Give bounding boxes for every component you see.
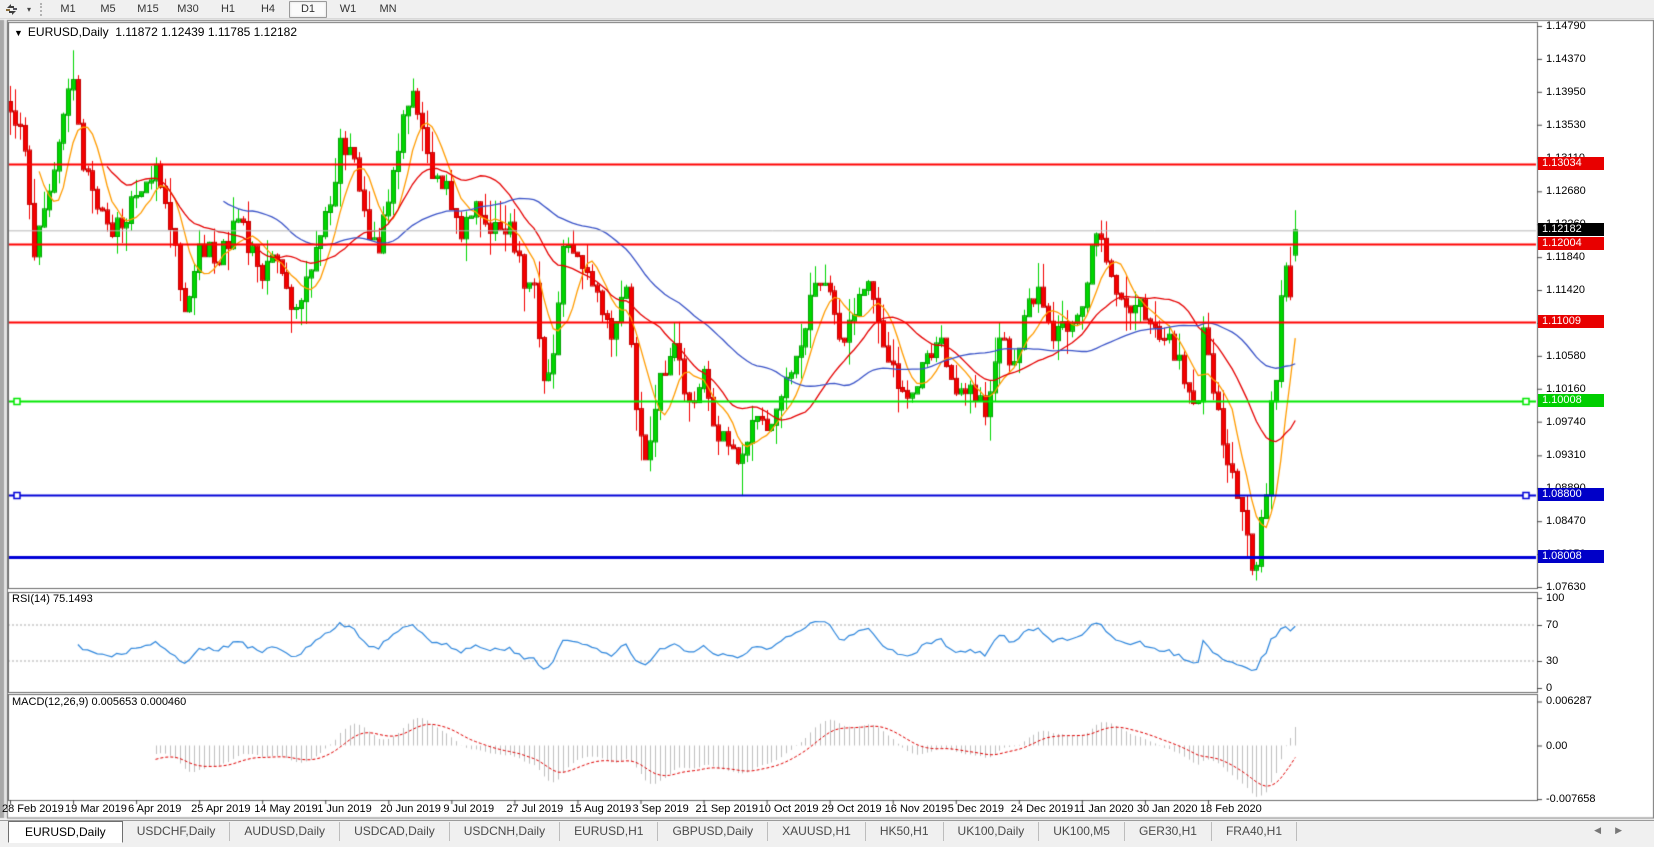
chart-tab-ger30-h1[interactable]: GER30,H1	[1125, 822, 1212, 841]
chart-tab-uk100-daily[interactable]: UK100,Daily	[944, 822, 1040, 841]
price-tick-label: 1.14370	[1546, 53, 1586, 65]
timeframe-button-m1[interactable]: M1	[49, 1, 87, 18]
chart-tab-gbpusd-daily[interactable]: GBPUSD,Daily	[658, 822, 768, 841]
date-axis-label: 6 Apr 2019	[128, 803, 181, 815]
current-price-flag: 1.12182	[1538, 223, 1604, 236]
macd-tick-label: 0.00	[1546, 740, 1567, 752]
chart-shift-icon[interactable]	[0, 1, 22, 17]
date-axis-label: 18 Feb 2020	[1200, 803, 1262, 815]
timeframe-button-h4[interactable]: H4	[249, 1, 287, 18]
date-axis-label: 10 Oct 2019	[759, 803, 819, 815]
price-tick-label: 1.12680	[1546, 185, 1586, 197]
date-axis-label: 5 Dec 2019	[948, 803, 1004, 815]
date-axis-label: 27 Jul 2019	[506, 803, 563, 815]
timeframe-button-m5[interactable]: M5	[89, 1, 127, 18]
date-axis-label: 21 Sep 2019	[696, 803, 758, 815]
price-tick-label: 1.09310	[1546, 449, 1586, 461]
rsi-indicator-label: RSI(14) 75.1493	[12, 593, 93, 605]
tab-scroll-left-button[interactable]: ◀	[1594, 825, 1615, 835]
chart-tab-eurusd-h1[interactable]: EURUSD,H1	[560, 822, 658, 841]
date-axis-label: 20 Jun 2019	[380, 803, 441, 815]
chart-tab-usdcnh-daily[interactable]: USDCNH,Daily	[450, 822, 560, 841]
date-axis-label: 14 May 2019	[254, 803, 318, 815]
price-tick-label: 1.11840	[1546, 251, 1585, 263]
chart-tab-eurusd-daily[interactable]: EURUSD,Daily	[8, 821, 123, 843]
price-line-flag: 1.12004	[1538, 237, 1604, 250]
chart-area[interactable]	[0, 0, 1654, 847]
price-line-flag: 1.08008	[1538, 550, 1604, 563]
chart-tab-fra40-h1[interactable]: FRA40,H1	[1212, 822, 1297, 841]
price-tick-label: 1.10160	[1546, 383, 1586, 395]
timeframe-button-mn[interactable]: MN	[369, 1, 407, 18]
macd-tick-label: -0.007658	[1546, 793, 1596, 805]
price-tick-label: 1.10580	[1546, 350, 1586, 362]
rsi-tick-label: 0	[1546, 682, 1552, 694]
collapse-icon[interactable]: ▼	[14, 28, 23, 38]
macd-indicator-label: MACD(12,26,9) 0.005653 0.000460	[12, 696, 186, 708]
chart-tab-hk50-h1[interactable]: HK50,H1	[866, 822, 944, 841]
date-axis-label: 11 Jan 2020	[1074, 803, 1134, 815]
macd-tick-label: 0.006287	[1546, 695, 1592, 707]
timeframe-button-w1[interactable]: W1	[329, 1, 367, 18]
price-tick-label: 1.09740	[1546, 416, 1586, 428]
chart-tab-uk100-m5[interactable]: UK100,M5	[1039, 822, 1125, 841]
date-axis-label: 29 Oct 2019	[822, 803, 882, 815]
toolbar: ▾ M1M5M15M30H1H4D1W1MN	[0, 0, 1654, 19]
rsi-tick-label: 30	[1546, 655, 1558, 667]
chart-tab-usdchf-daily[interactable]: USDCHF,Daily	[123, 822, 231, 841]
chart-tab-audusd-daily[interactable]: AUDUSD,Daily	[230, 822, 340, 841]
date-axis-label: 9 Jul 2019	[443, 803, 494, 815]
price-tick-label: 1.11420	[1546, 284, 1585, 296]
price-line-flag: 1.08800	[1538, 488, 1604, 501]
ohlc-values: 1.11872 1.12439 1.11785 1.12182	[115, 25, 297, 39]
chart-tab-bar: EURUSD,DailyUSDCHF,DailyAUDUSD,DailyUSDC…	[0, 820, 1654, 847]
date-axis-label: 28 Feb 2019	[2, 803, 64, 815]
price-line-flag: 1.11009	[1538, 315, 1604, 328]
timeframe-button-m30[interactable]: M30	[169, 1, 207, 18]
chart-tab-xauusd-h1[interactable]: XAUUSD,H1	[768, 822, 866, 841]
timeframe-buttons: M1M5M15M30H1H4D1W1MN	[49, 1, 409, 18]
date-axis-label: 25 Apr 2019	[191, 803, 250, 815]
date-axis-label: 16 Nov 2019	[885, 803, 947, 815]
date-axis-label: 3 Sep 2019	[633, 803, 689, 815]
timeframe-button-m15[interactable]: M15	[129, 1, 167, 18]
rsi-tick-label: 100	[1546, 592, 1564, 604]
price-tick-label: 1.13950	[1546, 86, 1586, 98]
price-tick-label: 1.14790	[1546, 20, 1586, 32]
symbol-period-label: EURUSD,Daily	[28, 25, 109, 39]
mt4-window: { "toolbar": { "chart_shift_icon": "char…	[0, 0, 1654, 847]
price-line-flag: 1.10008	[1538, 394, 1604, 407]
date-axis-label: 15 Aug 2019	[569, 803, 631, 815]
rsi-tick-label: 70	[1546, 619, 1558, 631]
price-tick-label: 1.08470	[1546, 515, 1586, 527]
timeframe-button-d1[interactable]: D1	[289, 1, 327, 18]
chart-tab-usdcad-daily[interactable]: USDCAD,Daily	[340, 822, 450, 841]
price-tick-label: 1.13530	[1546, 119, 1586, 131]
date-axis-label: 1 Jun 2019	[317, 803, 371, 815]
price-line-flag: 1.13034	[1538, 157, 1604, 170]
date-axis-label: 19 Mar 2019	[65, 803, 127, 815]
toolbar-grip[interactable]	[40, 3, 42, 16]
timeframe-button-h1[interactable]: H1	[209, 1, 247, 18]
chart-ohlc-header: ▼ EURUSD,Daily 1.11872 1.12439 1.11785 1.…	[14, 25, 297, 39]
date-axis-label: 30 Jan 2020	[1137, 803, 1198, 815]
date-axis-label: 24 Dec 2019	[1011, 803, 1073, 815]
chevron-down-icon[interactable]: ▾	[22, 5, 36, 14]
tab-scroll-right-button[interactable]: ▶	[1615, 825, 1636, 835]
chart-tabs: EURUSD,DailyUSDCHF,DailyAUDUSD,DailyUSDC…	[0, 821, 1297, 843]
tab-scroll-arrows: ◀▶	[1594, 825, 1636, 836]
